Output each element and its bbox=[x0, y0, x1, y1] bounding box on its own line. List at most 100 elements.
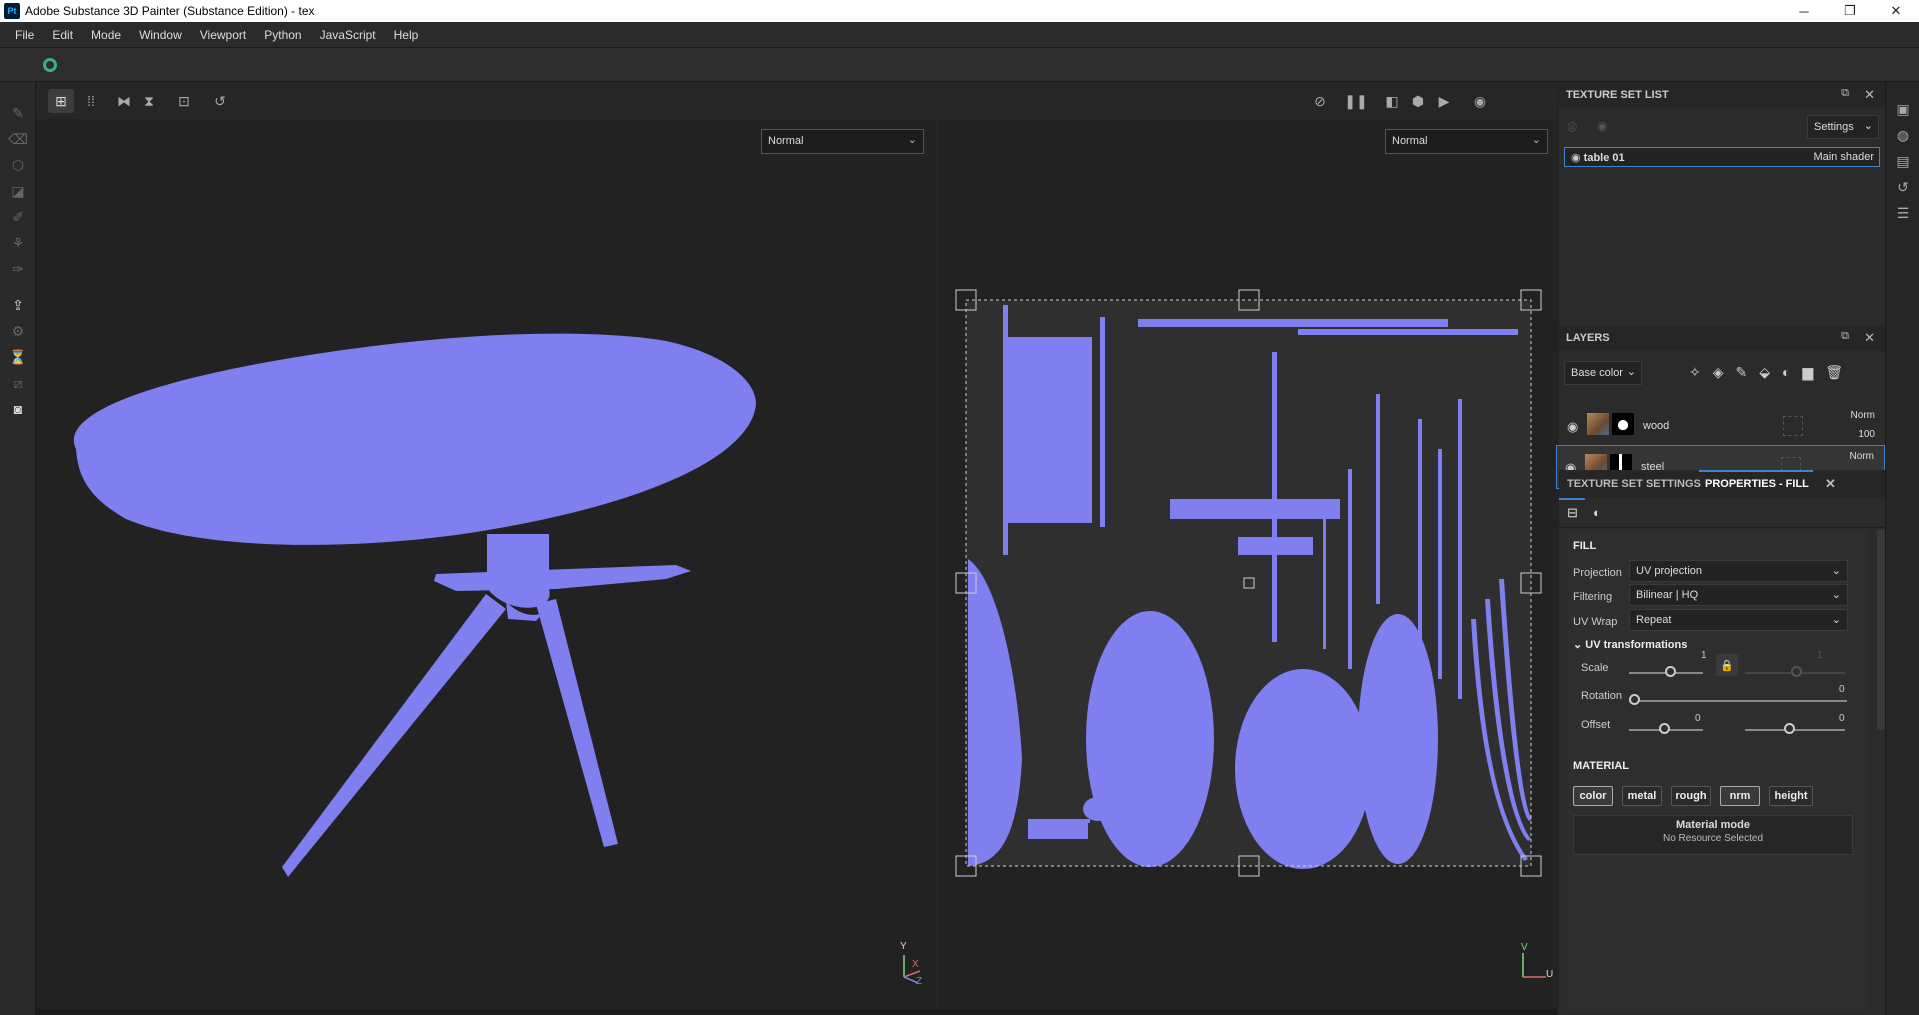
environment-icon[interactable]: ◍ bbox=[1894, 126, 1912, 144]
layer-opacity[interactable]: 100 bbox=[1858, 429, 1875, 440]
menu-viewport[interactable]: Viewport bbox=[191, 28, 255, 42]
eye-icon[interactable]: ◉ bbox=[1567, 419, 1578, 435]
cube-icon[interactable]: ⬢ bbox=[1405, 89, 1431, 113]
offset-u-value: 0 bbox=[1695, 713, 1701, 724]
plugin-status-icon[interactable] bbox=[43, 58, 57, 72]
layers-panel-icon[interactable]: ▣ bbox=[1894, 100, 1912, 118]
projection-icon[interactable]: ⬡ bbox=[9, 156, 27, 174]
pause-icon[interactable]: ❚❚ bbox=[1343, 89, 1369, 113]
layer-mask-thumbnail[interactable] bbox=[1612, 413, 1634, 435]
material-mode-box[interactable]: Material mode No Resource Selected bbox=[1573, 815, 1853, 855]
eraser-icon[interactable]: ⌫ bbox=[8, 130, 28, 148]
menu-file[interactable]: File bbox=[6, 28, 43, 42]
close-button[interactable]: ✕ bbox=[1873, 0, 1919, 22]
viewport-2d[interactable]: Normal ⌄ V U bbox=[937, 119, 1557, 1009]
eye-icon[interactable]: ◉ bbox=[1597, 119, 1607, 133]
add-effect-icon[interactable]: ◈ bbox=[1713, 364, 1724, 381]
menu-mode[interactable]: Mode bbox=[82, 28, 130, 42]
channel-color-button[interactable]: color bbox=[1573, 786, 1613, 806]
settings-dropdown-label: Settings bbox=[1814, 121, 1854, 133]
snapshot-icon[interactable]: ◉ bbox=[1467, 89, 1493, 113]
hide-icon[interactable]: ⊘ bbox=[1307, 89, 1333, 113]
color-picker-icon[interactable]: ✑ bbox=[9, 260, 27, 278]
bake-icon[interactable]: ⏳ bbox=[9, 348, 27, 366]
rotation-slider-handle[interactable] bbox=[1629, 694, 1640, 705]
export-icon[interactable]: ⇪ bbox=[9, 296, 27, 314]
lock-icon[interactable]: 🔒 bbox=[1716, 654, 1738, 676]
offset-v-slider-handle[interactable] bbox=[1784, 723, 1795, 734]
properties-subtabs: ⊟ ◐ bbox=[1559, 498, 1885, 528]
layer-effect-slot[interactable] bbox=[1783, 416, 1803, 436]
add-frame-icon[interactable]: ⊡ bbox=[171, 89, 197, 113]
layer-blend-mode[interactable]: Norm bbox=[1850, 451, 1874, 462]
material-sphere-icon[interactable]: ◐ bbox=[1593, 505, 1601, 520]
smudge-icon[interactable]: ✐ bbox=[9, 208, 27, 226]
chevron-down-icon: ⌄ bbox=[1831, 565, 1841, 577]
texture-set-shader[interactable]: Main shader bbox=[1813, 151, 1874, 163]
texture-set-row[interactable]: ◉ table 01 Main shader bbox=[1564, 147, 1880, 167]
channel-select[interactable]: Base color ⌄ bbox=[1564, 361, 1642, 385]
channel-height-button[interactable]: height bbox=[1769, 786, 1813, 806]
uv-tool-icon[interactable]: ⧄ bbox=[9, 374, 27, 392]
close-icon[interactable]: ✕ bbox=[1864, 87, 1875, 103]
channel-rough-button[interactable]: rough bbox=[1671, 786, 1711, 806]
clone-icon[interactable]: ⚘ bbox=[9, 234, 27, 252]
float-panel-icon[interactable]: ⧉ bbox=[1841, 87, 1849, 100]
delete-icon[interactable]: 🗑 bbox=[1825, 364, 1843, 381]
split-view-icon[interactable]: ⁞⁞ bbox=[78, 89, 104, 113]
menu-help[interactable]: Help bbox=[385, 28, 428, 42]
projection-select[interactable]: UV projection ⌄ bbox=[1629, 560, 1848, 582]
chevron-down-icon: ⌄ bbox=[1831, 589, 1841, 601]
mirror-x-icon[interactable]: ⧓ bbox=[111, 89, 137, 113]
camera-icon[interactable]: ▶ bbox=[1431, 89, 1457, 113]
folder-icon[interactable]: ▆ bbox=[1803, 364, 1814, 381]
paint-layer-icon[interactable]: ✎ bbox=[1736, 364, 1748, 381]
log-icon[interactable]: ☰ bbox=[1894, 204, 1912, 222]
rotation-slider-track[interactable] bbox=[1629, 700, 1847, 702]
close-icon[interactable]: ✕ bbox=[1825, 476, 1836, 492]
settings-gear-icon[interactable]: ⚙ bbox=[9, 322, 27, 340]
history-icon[interactable]: ↺ bbox=[1894, 178, 1912, 196]
tab-properties-fill[interactable]: PROPERTIES - FILL bbox=[1705, 478, 1809, 490]
menu-window[interactable]: Window bbox=[130, 28, 191, 42]
paint-brush-icon[interactable]: ✎ bbox=[9, 104, 27, 122]
tab-texture-set-settings[interactable]: TEXTURE SET SETTINGS bbox=[1567, 478, 1701, 490]
visibility-icon[interactable]: ◎ bbox=[1567, 119, 1577, 133]
properties-scrollbar[interactable] bbox=[1877, 530, 1885, 730]
offset-u-slider-handle[interactable] bbox=[1659, 723, 1670, 734]
fill-layer-icon[interactable]: ⬙ bbox=[1759, 364, 1770, 381]
close-icon[interactable]: ✕ bbox=[1864, 330, 1875, 346]
grid-view-icon[interactable]: ⊞ bbox=[48, 89, 74, 113]
uv-transformations-toggle[interactable]: ⌄ UV transformations bbox=[1573, 638, 1687, 651]
add-mask-icon[interactable]: ◐ bbox=[1782, 364, 1790, 381]
minimize-button[interactable]: ─ bbox=[1781, 0, 1827, 22]
symmetry-icon[interactable]: ◧ bbox=[1379, 89, 1405, 113]
channel-metal-button[interactable]: metal bbox=[1622, 786, 1662, 806]
settings-dropdown[interactable]: Settings ⌄ bbox=[1807, 115, 1879, 139]
channel-nrm-button[interactable]: nrm bbox=[1720, 786, 1760, 806]
float-panel-icon[interactable]: ⧉ bbox=[1841, 330, 1849, 343]
uvwrap-select[interactable]: Repeat ⌄ bbox=[1629, 609, 1848, 631]
offset-v-slider-track[interactable] bbox=[1745, 729, 1845, 731]
app-icon: Pt bbox=[4, 3, 20, 19]
eye-icon[interactable]: ◉ bbox=[1571, 152, 1581, 164]
shelf-icon[interactable]: ▤ bbox=[1894, 152, 1912, 170]
filtering-select[interactable]: Bilinear | HQ ⌄ bbox=[1629, 584, 1848, 606]
screenshot-icon[interactable]: ◙ bbox=[9, 400, 27, 418]
menu-javascript[interactable]: JavaScript bbox=[311, 28, 385, 42]
offset-label: Offset bbox=[1581, 719, 1611, 731]
layer-row-wood[interactable]: ◉ wood Norm 100 bbox=[1559, 405, 1885, 449]
layer-blend-mode[interactable]: Norm bbox=[1851, 410, 1875, 421]
history-icon[interactable]: ↺ bbox=[207, 89, 233, 113]
scale-v-slider-handle[interactable] bbox=[1791, 666, 1802, 677]
rotation-label: Rotation bbox=[1581, 690, 1622, 702]
menu-python[interactable]: Python bbox=[255, 28, 310, 42]
menu-edit[interactable]: Edit bbox=[43, 28, 82, 42]
fill-properties-icon[interactable]: ⊟ bbox=[1567, 505, 1578, 521]
polygon-fill-icon[interactable]: ◪ bbox=[9, 182, 27, 200]
magic-wand-icon[interactable]: ✧ bbox=[1689, 364, 1701, 381]
scale-slider-handle[interactable] bbox=[1665, 666, 1676, 677]
restore-button[interactable]: ❐ bbox=[1827, 0, 1873, 22]
mirror-y-icon[interactable]: ⧗ bbox=[136, 89, 162, 113]
viewport-3d[interactable]: Normal ⌄ Y X Z bbox=[36, 119, 936, 1009]
